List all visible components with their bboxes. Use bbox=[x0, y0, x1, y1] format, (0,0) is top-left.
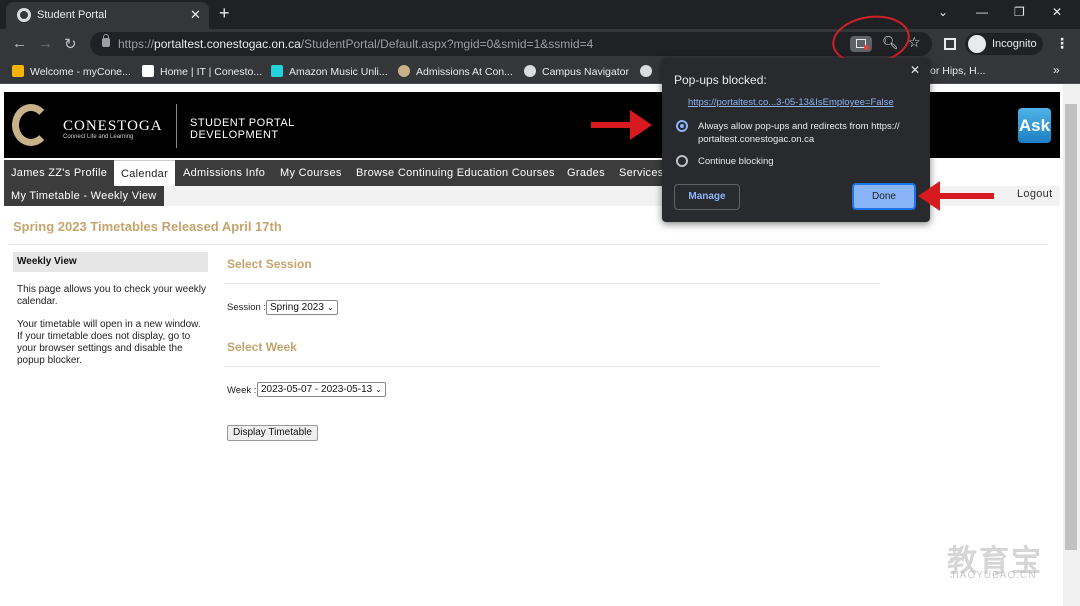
done-button[interactable]: Done bbox=[852, 183, 916, 210]
browser-tab[interactable]: Student Portal ✕ bbox=[6, 2, 209, 29]
watermark-sub: JIAOYUBAO.CN bbox=[950, 570, 1037, 581]
session-label: Session : bbox=[227, 302, 267, 313]
restore-icon[interactable]: ❐ bbox=[1014, 5, 1025, 19]
browser-toolbar: ← → ↻ https://portaltest.conestogac.on.c… bbox=[0, 29, 1080, 59]
chevron-down-icon[interactable]: ⌄ bbox=[938, 5, 948, 19]
bookmark-favicon-icon bbox=[142, 65, 154, 77]
logout-link[interactable]: Logout bbox=[1017, 188, 1052, 200]
globe-icon bbox=[17, 8, 31, 22]
menu-item-courses[interactable]: My Courses bbox=[280, 160, 342, 186]
sidebar-title: Weekly View bbox=[13, 252, 208, 272]
globe-icon bbox=[524, 65, 536, 77]
divider bbox=[224, 366, 880, 367]
incognito-icon bbox=[968, 35, 986, 53]
conestoga-logo-icon bbox=[12, 104, 50, 146]
menu-item-calendar[interactable]: Calendar bbox=[114, 160, 176, 186]
menu-item-services[interactable]: Services bbox=[619, 160, 664, 186]
bookmark-item[interactable]: Admissions At Con... bbox=[398, 65, 513, 78]
scrollbar[interactable] bbox=[1063, 84, 1080, 606]
divider bbox=[224, 283, 880, 284]
select-session-heading: Select Session bbox=[227, 257, 312, 271]
divider bbox=[8, 244, 1048, 245]
close-window-icon[interactable]: ✕ bbox=[1052, 5, 1062, 19]
new-tab-icon[interactable]: + bbox=[219, 3, 230, 24]
close-tab-icon[interactable]: ✕ bbox=[190, 7, 201, 23]
select-week-heading: Select Week bbox=[227, 340, 297, 354]
banner-divider bbox=[176, 104, 177, 148]
brand-name: CONESTOGA bbox=[63, 118, 163, 134]
blocked-popup-link[interactable]: https://portaltest.co...3-05-13&IsEmploy… bbox=[688, 97, 894, 108]
lock-icon bbox=[102, 34, 110, 47]
tab-title: Student Portal bbox=[37, 9, 107, 21]
sidebar-instructions: Your timetable will open in a new window… bbox=[17, 319, 201, 366]
annotation-arrow bbox=[940, 193, 994, 199]
reload-icon[interactable]: ↻ bbox=[64, 35, 77, 53]
display-timetable-button[interactable]: Display Timetable bbox=[227, 425, 318, 441]
bookmark-item[interactable]: Amazon Music Unli... bbox=[271, 65, 388, 78]
bookmark-favicon-icon bbox=[12, 65, 24, 77]
minimize-icon[interactable]: — bbox=[976, 5, 988, 19]
allow-radio[interactable] bbox=[676, 120, 688, 132]
session-select[interactable]: Spring 2023 ⌄ bbox=[266, 300, 338, 315]
address-bar[interactable]: https://portaltest.conestogac.on.ca/Stud… bbox=[90, 32, 932, 56]
portal-title: STUDENT PORTAL DEVELOPMENT bbox=[190, 117, 295, 141]
bookmark-item[interactable]: or Hips, H... bbox=[930, 65, 985, 77]
chevron-down-icon: ⌄ bbox=[326, 303, 334, 312]
annotation-arrow-head bbox=[918, 181, 940, 211]
side-panel-icon[interactable] bbox=[944, 38, 956, 50]
sidebar-description: This page allows you to check your weekl… bbox=[17, 284, 206, 307]
annotation-arrow bbox=[591, 122, 633, 128]
menu-item-profile[interactable]: James ZZ's Profile bbox=[11, 160, 107, 186]
globe-icon bbox=[640, 65, 652, 77]
bookmark-favicon-icon bbox=[398, 65, 410, 77]
url-text: https://portaltest.conestogac.on.ca/Stud… bbox=[118, 37, 594, 51]
forward-icon[interactable]: → bbox=[38, 35, 53, 52]
bookmark-favicon-icon bbox=[271, 65, 283, 77]
popups-blocked-dialog: Pop-ups blocked: ✕ https://portaltest.co… bbox=[662, 58, 930, 222]
menu-item-admissions[interactable]: Admissions Info bbox=[183, 160, 265, 186]
close-icon[interactable]: ✕ bbox=[910, 63, 920, 77]
scrollbar-thumb[interactable] bbox=[1065, 104, 1077, 550]
submenu-weekly-view[interactable]: My Timetable - Weekly View bbox=[4, 186, 164, 206]
bookmark-item[interactable] bbox=[640, 65, 658, 78]
block-option-label[interactable]: Continue blocking bbox=[698, 155, 922, 168]
bookmark-item[interactable]: Welcome - myCone... bbox=[12, 65, 131, 78]
incognito-label: Incognito bbox=[992, 38, 1037, 50]
annotation-arrow-head bbox=[630, 110, 652, 140]
menu-item-grades[interactable]: Grades bbox=[567, 160, 605, 186]
chevron-down-icon: ⌄ bbox=[375, 385, 382, 394]
menu-item-browse-courses[interactable]: Browse Continuing Education Courses bbox=[356, 160, 555, 186]
tab-bar: Student Portal ✕ + ⌄ — ❐ ✕ bbox=[0, 0, 1080, 29]
bookmark-item[interactable]: Campus Navigator bbox=[524, 65, 629, 78]
week-select[interactable]: 2023-05-07 - 2023-05-13 ⌄ bbox=[257, 382, 386, 397]
page-title: Spring 2023 Timetables Released April 17… bbox=[13, 219, 282, 234]
brand-tagline: Connect Life and Learning bbox=[63, 134, 134, 140]
bookmarks-more-icon[interactable]: » bbox=[1053, 63, 1060, 77]
bookmark-item[interactable]: Home | IT | Conesto... bbox=[142, 65, 262, 78]
dialog-title: Pop-ups blocked: bbox=[674, 73, 767, 87]
incognito-badge[interactable]: Incognito bbox=[965, 33, 1043, 55]
week-label: Week : bbox=[227, 385, 257, 396]
ask-button[interactable]: Ask bbox=[1018, 108, 1051, 143]
block-radio[interactable] bbox=[676, 155, 688, 167]
back-icon[interactable]: ← bbox=[12, 35, 27, 52]
allow-option-label[interactable]: Always allow pop-ups and redirects from … bbox=[698, 120, 922, 146]
manage-button[interactable]: Manage bbox=[674, 184, 740, 210]
menu-kebab-icon[interactable]: ⋮ bbox=[1055, 35, 1069, 52]
